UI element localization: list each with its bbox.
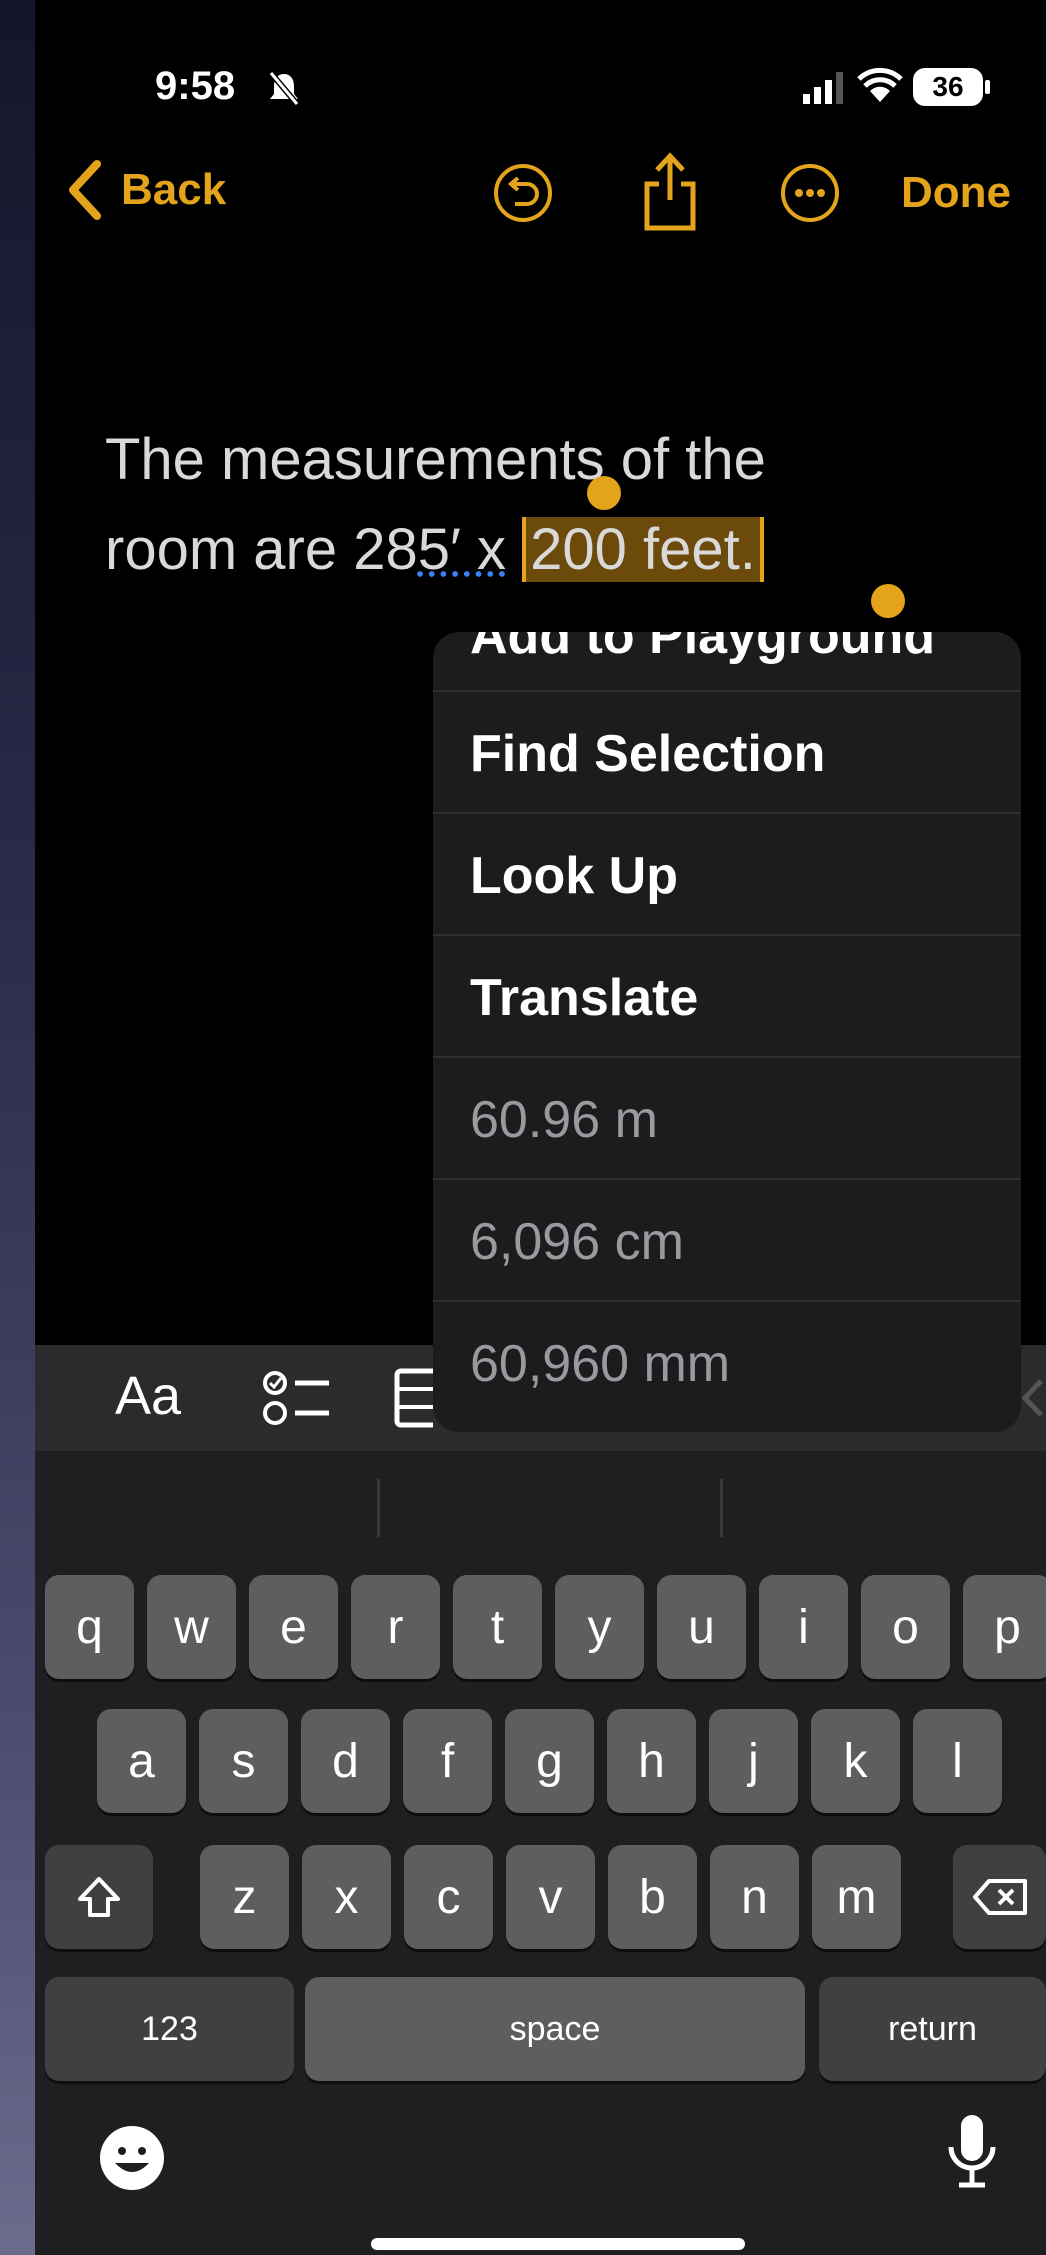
emoji-icon[interactable]	[97, 2123, 167, 2193]
menu-item-translate[interactable]: Translate	[433, 934, 1021, 1056]
back-label: Back	[121, 165, 227, 214]
menu-item-add-to-playground[interactable]: Add to Playground	[433, 632, 1021, 696]
key-q[interactable]: q	[45, 1575, 134, 1679]
menu-item-convert-meters[interactable]: 60.96 m	[433, 1056, 1021, 1178]
battery-level: 36	[932, 71, 964, 102]
key-k[interactable]: k	[811, 1709, 900, 1813]
undo-icon	[507, 176, 539, 206]
space-key[interactable]: space	[305, 1977, 805, 2081]
done-button[interactable]: Done	[901, 168, 1011, 218]
battery-icon: 36	[913, 68, 983, 106]
format-button[interactable]: Aa	[115, 1365, 181, 1427]
ellipsis-icon	[795, 189, 825, 197]
note-text: room are 28	[105, 517, 418, 582]
note-line-2[interactable]: room are 285′ x 200 feet.	[105, 505, 764, 595]
key-l[interactable]: l	[913, 1709, 1002, 1813]
back-button[interactable]: Back	[65, 158, 226, 222]
home-indicator	[371, 2238, 745, 2250]
key-t[interactable]: t	[453, 1575, 542, 1679]
key-b[interactable]: b	[608, 1845, 697, 1949]
more-button[interactable]	[781, 164, 839, 222]
checklist-icon[interactable]	[257, 1363, 337, 1433]
numbers-key[interactable]: 123	[45, 1977, 294, 2081]
key-h[interactable]: h	[607, 1709, 696, 1813]
notes-screen: 9:58 36 Back Done The measurements of th…	[35, 0, 1046, 2255]
key-m[interactable]: m	[812, 1845, 901, 1949]
undo-button[interactable]	[494, 164, 552, 222]
silent-bell-icon	[268, 71, 300, 106]
detected-measurement[interactable]: 5′ x	[418, 517, 506, 582]
shift-icon	[78, 1877, 120, 1917]
menu-item-convert-millimeters[interactable]: 60,960 mm	[433, 1300, 1021, 1422]
key-o[interactable]: o	[861, 1575, 950, 1679]
keyboard: qwertyuiop asdfghjkl zxcvbnm 123 space r…	[35, 1451, 1046, 2255]
key-d[interactable]: d	[301, 1709, 390, 1813]
key-r[interactable]: r	[351, 1575, 440, 1679]
shift-key[interactable]	[45, 1845, 153, 1949]
selection-start-handle[interactable]	[587, 476, 621, 510]
selection-end-handle[interactable]	[871, 584, 905, 618]
menu-item-look-up[interactable]: Look Up	[433, 812, 1021, 934]
note-line-1[interactable]: The measurements of the	[105, 415, 766, 505]
battery-cap	[985, 80, 990, 94]
return-key[interactable]: return	[819, 1977, 1046, 2081]
menu-item-find-selection[interactable]: Find Selection	[433, 690, 1021, 812]
key-z[interactable]: z	[200, 1845, 289, 1949]
key-n[interactable]: n	[710, 1845, 799, 1949]
key-a[interactable]: a	[97, 1709, 186, 1813]
suggestion-divider	[720, 1479, 723, 1537]
key-x[interactable]: x	[302, 1845, 391, 1949]
key-c[interactable]: c	[404, 1845, 493, 1949]
suggestion-divider	[377, 1479, 380, 1537]
chevron-left-icon	[69, 160, 101, 220]
key-w[interactable]: w	[147, 1575, 236, 1679]
key-f[interactable]: f	[403, 1709, 492, 1813]
collapse-chevron-icon[interactable]	[1017, 1375, 1046, 1421]
key-p[interactable]: p	[963, 1575, 1046, 1679]
share-icon[interactable]	[637, 150, 703, 234]
microphone-icon[interactable]	[943, 2111, 1001, 2195]
selected-text[interactable]: 200 feet.	[522, 517, 764, 582]
key-j[interactable]: j	[709, 1709, 798, 1813]
key-e[interactable]: e	[249, 1575, 338, 1679]
backspace-icon	[972, 1879, 1027, 1915]
wifi-icon	[857, 68, 903, 102]
key-u[interactable]: u	[657, 1575, 746, 1679]
key-g[interactable]: g	[505, 1709, 594, 1813]
edit-menu: Add to Playground Find Selection Look Up…	[433, 632, 1021, 1432]
key-i[interactable]: i	[759, 1575, 848, 1679]
menu-item-convert-centimeters[interactable]: 6,096 cm	[433, 1178, 1021, 1300]
key-v[interactable]: v	[506, 1845, 595, 1949]
table-icon[interactable]	[393, 1367, 433, 1429]
signal-icon	[803, 72, 843, 104]
key-y[interactable]: y	[555, 1575, 644, 1679]
key-s[interactable]: s	[199, 1709, 288, 1813]
delete-key[interactable]	[953, 1845, 1046, 1949]
status-time: 9:58	[155, 64, 236, 108]
